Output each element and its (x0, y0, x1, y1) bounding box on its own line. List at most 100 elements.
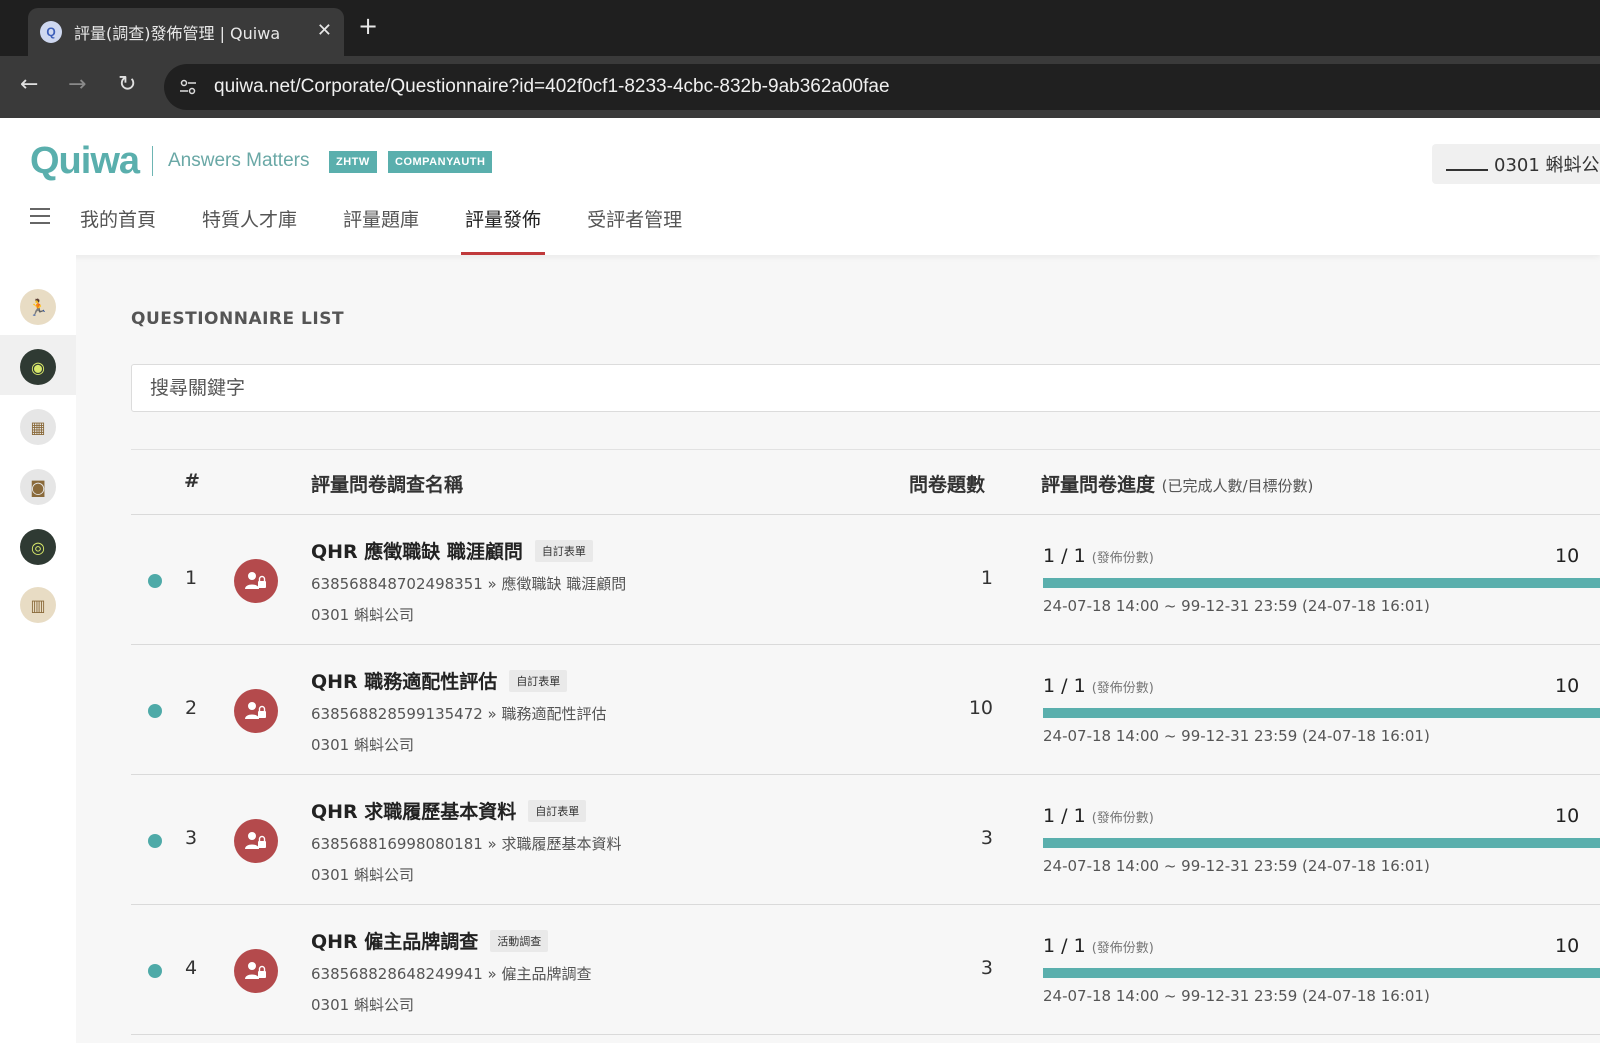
close-tab-icon[interactable]: ✕ (317, 20, 332, 41)
progress-fill (1043, 838, 1600, 848)
questionnaire-title[interactable]: QHR 應徵職缺 職涯顧問 自訂表單 (311, 537, 593, 564)
row-index: 4 (185, 957, 198, 979)
status-dot (148, 964, 162, 978)
questionnaire-table: # 評量問卷調查名稱 問卷題數 評量問卷進度 (已完成人數/目標份數) 1 QHR… (131, 449, 1600, 1035)
progress-bar (1043, 578, 1600, 588)
progress-label: 1 / 1 (發佈份數) (1043, 545, 1154, 567)
progress-label: 1 / 1 (發佈份數) (1043, 935, 1154, 957)
form-type-tag: 活動調查 (490, 929, 549, 952)
back-arrow-icon[interactable]: ← (20, 72, 38, 97)
nav-item-3[interactable]: 評量發佈 (461, 198, 546, 255)
main-nav: 我的首頁 特質人才庫 評量題庫 評量發佈 受評者管理 (80, 198, 728, 255)
date-range: 24-07-18 14:00 ~ 99-12-31 23:59 (24-07-1… (1043, 727, 1430, 745)
row-index: 2 (185, 697, 198, 719)
browser-toolbar: ← → ↻ quiwa.net/Corporate/Questionnaire?… (0, 56, 1600, 118)
progress-bar (1043, 838, 1600, 848)
status-dot (148, 574, 162, 588)
questionnaire-title[interactable]: QHR 職務適配性評估 自訂表單 (311, 667, 568, 694)
status-dot (148, 704, 162, 718)
question-count: 3 (980, 957, 993, 979)
progress-fill (1043, 968, 1600, 978)
quiwa-logo[interactable]: Quiwa (30, 140, 140, 183)
progress-bar (1043, 968, 1600, 978)
main-content: QUESTIONNAIRE LIST # 評量問卷調查名稱 問卷題數 評量問卷進… (76, 255, 1600, 1043)
column-index: # (184, 470, 200, 492)
column-count[interactable]: 問卷題數 (909, 470, 985, 497)
nav-item-1[interactable]: 特質人才庫 (202, 198, 297, 255)
grid-icon[interactable]: ▦ (20, 409, 56, 445)
url-text: quiwa.net/Corporate/Questionnaire?id=402… (214, 76, 890, 97)
robot-icon[interactable]: ◙ (20, 469, 56, 505)
company-name: 0301 蝌蚪公司 (1494, 155, 1600, 176)
questionnaire-title[interactable]: QHR 僱主品牌調查 活動調查 (311, 927, 549, 954)
user-lock-icon[interactable] (234, 949, 278, 993)
nav-item-4[interactable]: 受評者管理 (587, 198, 682, 255)
table-header: # 評量問卷調查名稱 問卷題數 評量問卷進度 (已完成人數/目標份數) (131, 449, 1600, 515)
column-name[interactable]: 評量問卷調查名稱 (311, 470, 463, 497)
user-lock-icon[interactable] (234, 559, 278, 603)
new-tab-icon[interactable]: + (358, 12, 378, 40)
tagline: Answers Matters (168, 150, 310, 171)
progress-value: 1 / 1 (1043, 675, 1086, 697)
date-range: 24-07-18 14:00 ~ 99-12-31 23:59 (24-07-1… (1043, 987, 1430, 1005)
date-range: 24-07-18 14:00 ~ 99-12-31 23:59 (24-07-1… (1043, 857, 1430, 875)
reload-icon[interactable]: ↻ (118, 72, 136, 97)
progress-value: 1 / 1 (1043, 935, 1086, 957)
user-lock-icon[interactable] (234, 689, 278, 733)
company-selector[interactable]: 0301 蝌蚪公司 (1432, 144, 1600, 184)
form-type-tag: 自訂表單 (509, 669, 568, 692)
status-dot (148, 834, 162, 848)
company-blank (1446, 157, 1488, 171)
coins-icon[interactable]: ◉ (20, 349, 56, 385)
table-row[interactable]: 3 QHR 求職履歷基本資料 自訂表單 638568816998080181 » 求職… (131, 775, 1600, 905)
questionnaire-id: 638568828599135472 » 職務適配性評估 (311, 705, 607, 723)
table-row[interactable]: 4 QHR 僱主品牌調查 活動調查 638568828648249941 » 僱主品牌… (131, 905, 1600, 1035)
address-bar[interactable]: quiwa.net/Corporate/Questionnaire?id=402… (164, 64, 1600, 110)
forward-arrow-icon[interactable]: → (68, 72, 86, 97)
browser-tab[interactable]: Q 評量(調查)發佈管理 | Quiwa ✕ (28, 8, 344, 56)
hamburger-menu-icon[interactable] (30, 208, 50, 224)
search-box[interactable] (131, 364, 1600, 412)
progress-value: 1 / 1 (1043, 805, 1086, 827)
progress-target: 10 (1555, 675, 1580, 697)
progress-target: 10 (1555, 805, 1580, 827)
column-progress-sub: (已完成人數/目標份數) (1161, 477, 1314, 495)
browser-tab-bar: Q 評量(調查)發佈管理 | Quiwa ✕ + (0, 0, 1600, 56)
progress-target: 10 (1555, 935, 1580, 957)
logo-divider (152, 146, 153, 176)
questionnaire-org: 0301 蝌蚪公司 (311, 866, 414, 884)
column-progress[interactable]: 評量問卷進度 (已完成人數/目標份數) (1041, 470, 1313, 497)
table-row[interactable]: 2 QHR 職務適配性評估 自訂表單 638568828599135472 » 職務適… (131, 645, 1600, 775)
nav-item-2[interactable]: 評量題庫 (343, 198, 419, 255)
site-settings-icon[interactable] (178, 77, 198, 97)
questionnaire-id: 638568828648249941 » 僱主品牌調查 (311, 965, 592, 983)
progress-note: (發佈份數) (1091, 551, 1154, 566)
question-count: 1 (980, 567, 993, 589)
row-index: 3 (185, 827, 198, 849)
date-range: 24-07-18 14:00 ~ 99-12-31 23:59 (24-07-1… (1043, 597, 1430, 615)
question-count: 3 (980, 827, 993, 849)
progress-note: (發佈份數) (1091, 941, 1154, 956)
questionnaire-title-text: QHR 應徵職缺 職涯顧問 (311, 541, 523, 563)
nav-item-0[interactable]: 我的首頁 (80, 198, 156, 255)
questionnaire-org: 0301 蝌蚪公司 (311, 736, 414, 754)
questionnaire-org: 0301 蝌蚪公司 (311, 996, 414, 1014)
progress-label: 1 / 1 (發佈份數) (1043, 675, 1154, 697)
column-progress-label: 評量問卷進度 (1041, 474, 1156, 496)
app-header: Quiwa Answers Matters ZHTW COMPANYAUTH 0… (0, 118, 1600, 255)
table-row[interactable]: 1 QHR 應徵職缺 職涯顧問 自訂表單 638568848702498351 » 應… (131, 515, 1600, 645)
progress-fill (1043, 708, 1600, 718)
layout-icon[interactable]: ▥ (20, 587, 56, 623)
questionnaire-title-text: QHR 僱主品牌調查 (311, 931, 479, 953)
section-title: QUESTIONNAIRE LIST (131, 309, 345, 329)
questionnaire-org: 0301 蝌蚪公司 (311, 606, 414, 624)
user-lock-icon[interactable] (234, 819, 278, 863)
runner-icon[interactable]: 🏃 (20, 289, 56, 325)
questionnaire-title-text: QHR 職務適配性評估 (311, 671, 498, 693)
progress-note: (發佈份數) (1091, 811, 1154, 826)
search-input[interactable] (132, 365, 1600, 411)
chat-icon[interactable]: ◎ (20, 529, 56, 565)
form-type-tag: 自訂表單 (534, 539, 593, 562)
questionnaire-title[interactable]: QHR 求職履歷基本資料 自訂表單 (311, 797, 587, 824)
questionnaire-title-text: QHR 求職履歷基本資料 (311, 801, 517, 823)
